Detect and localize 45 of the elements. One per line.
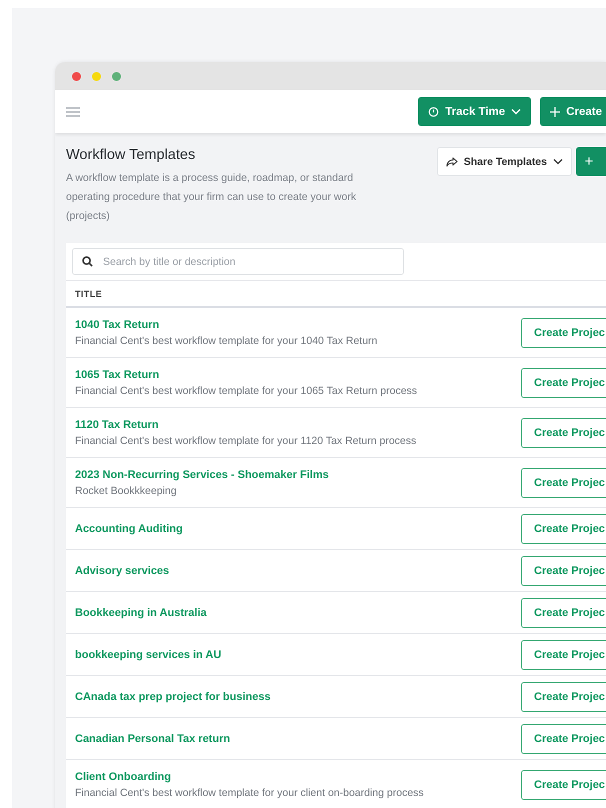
close-dot[interactable] — [72, 72, 81, 80]
add-button[interactable]: + — [576, 147, 606, 176]
create-project-button[interactable]: Create Projec — [521, 318, 606, 348]
share-templates-button[interactable]: Share Templates — [436, 147, 572, 176]
template-description: Financial Cent's best workflow template for your 1040 Tax Return — [75, 334, 378, 346]
plus-icon — [550, 106, 560, 116]
create-button[interactable]: Create — [540, 97, 606, 126]
menu-icon[interactable] — [66, 106, 80, 116]
template-description: Financial Cent's best workflow template for your 1065 Tax Return process — [75, 384, 418, 396]
create-project-button[interactable]: Create Projec — [521, 770, 606, 800]
template-title-link[interactable]: Canadian Personal Tax return — [75, 732, 230, 744]
template-title-link[interactable]: Accounting Auditing — [75, 522, 183, 534]
track-time-button[interactable]: Track Time — [418, 97, 532, 126]
page-description: A workflow template is a process guide, roadmap, or standard operating procedure that your firm can use to create your work (projects) — [66, 171, 358, 224]
maximize-dot[interactable] — [112, 72, 121, 80]
create-project-button[interactable]: Create Projec — [521, 724, 606, 754]
create-project-button[interactable]: Create Projec — [521, 556, 606, 586]
template-description: Financial Cent's best workflow template for your client on-boarding process — [75, 786, 424, 798]
create-project-button[interactable]: Create Projec — [521, 418, 606, 448]
template-description: Financial Cent's best workflow template for your 1120 Tax Return process — [75, 434, 416, 446]
search-icon — [82, 256, 93, 267]
search-field[interactable]: Search by title or description — [72, 248, 404, 275]
create-project-button[interactable]: Create Projec — [521, 640, 606, 670]
template-title-link[interactable]: 1040 Tax Return — [75, 318, 378, 330]
template-description: Rocket Bookkkeeping — [75, 484, 178, 496]
create-project-button[interactable]: Create Projec — [521, 514, 606, 544]
share-icon — [446, 156, 458, 166]
column-header: TITLE — [75, 288, 102, 298]
create-project-button[interactable]: Create Projec — [521, 598, 606, 628]
create-project-button[interactable]: Create Projec — [521, 682, 606, 712]
chevron-down-icon — [511, 108, 522, 115]
template-title-link[interactable]: 1120 Tax Return — [75, 418, 416, 430]
template-title-link[interactable]: CAnada tax prep project for business — [75, 690, 271, 702]
template-title-link[interactable]: Advisory services — [75, 564, 170, 576]
minimize-dot[interactable] — [92, 72, 101, 80]
timer-icon — [428, 106, 440, 117]
template-title-link[interactable]: 2023 Non-Recurring Services - Shoemaker Films — [75, 468, 329, 480]
chevron-down-icon — [553, 158, 563, 165]
template-title-link[interactable]: 1065 Tax Return — [75, 368, 418, 380]
page-title: Workflow Templates — [66, 147, 196, 163]
template-title-link[interactable]: Bookkeeping in Australia — [75, 606, 207, 618]
create-project-button[interactable]: Create Projec — [521, 368, 606, 398]
template-title-link[interactable]: bookkeeping services in AU — [75, 648, 222, 660]
create-project-button[interactable]: Create Projec — [521, 468, 606, 498]
template-title-link[interactable]: Client Onboarding — [75, 770, 424, 782]
